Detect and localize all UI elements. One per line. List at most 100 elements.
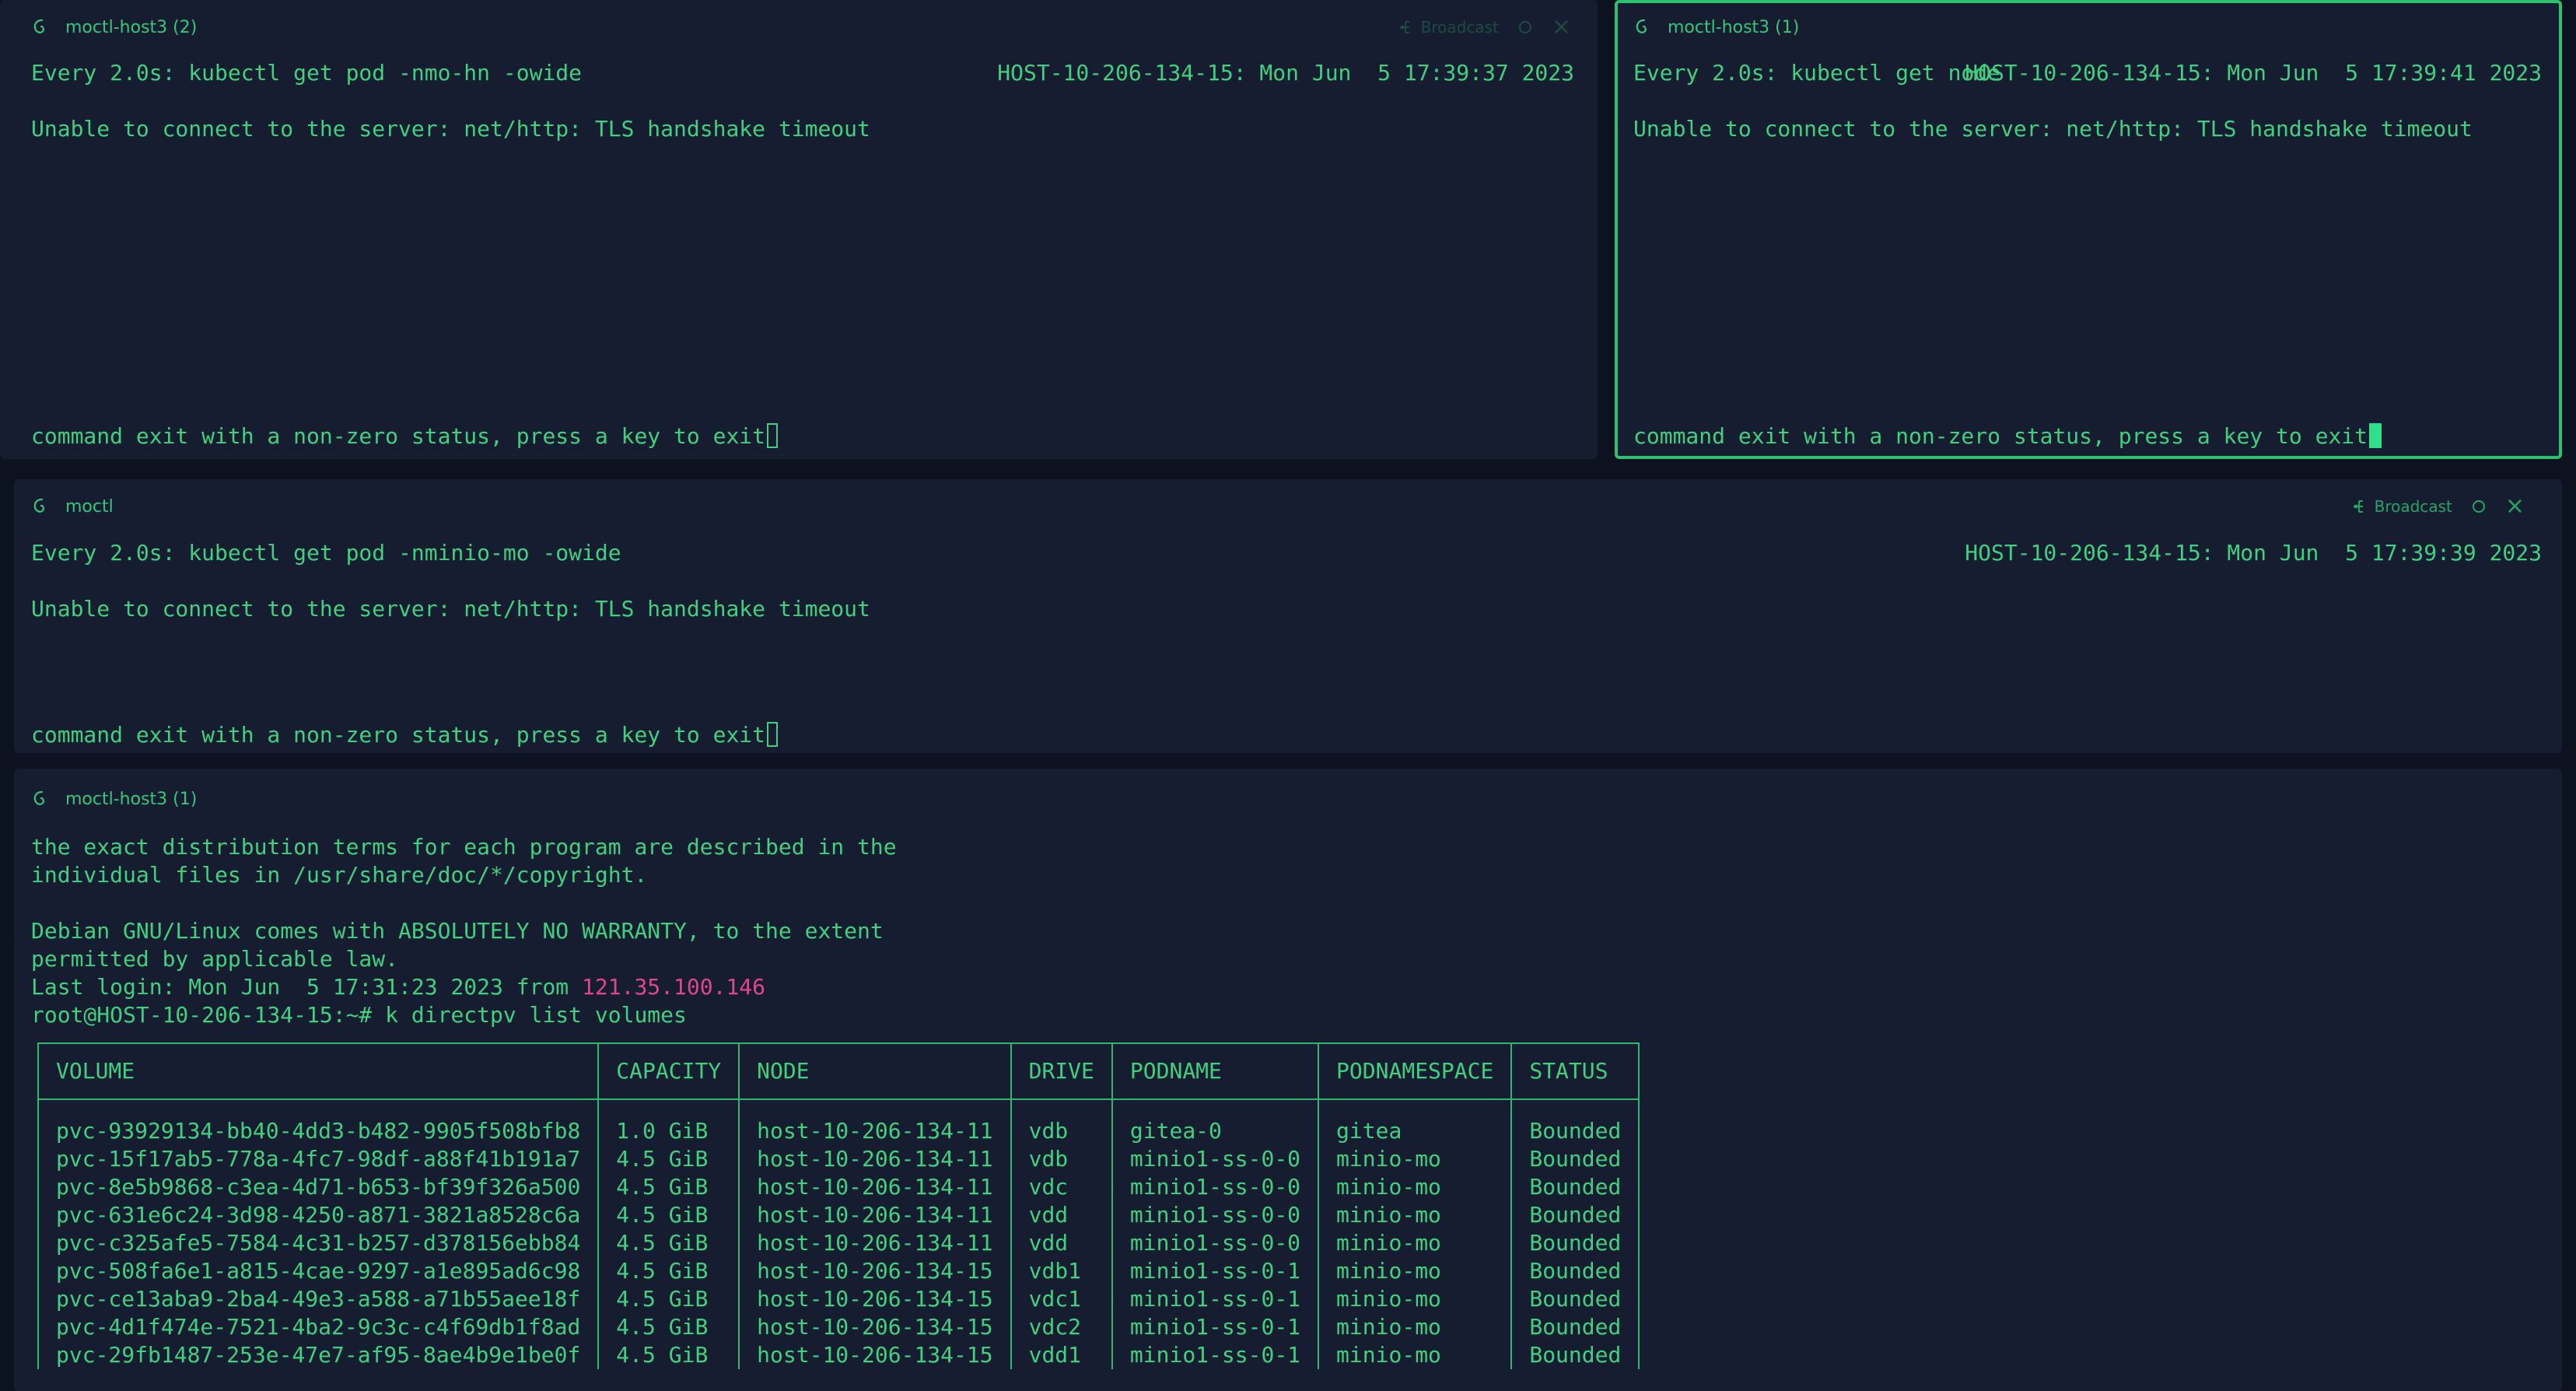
terminal-pane-middle[interactable]: moctl Broadcast × Every 2.0s: kubectl ge… [14,479,2562,753]
exit-message-line: command exit with a non-zero status, pre… [1633,423,2382,450]
motd-line: Debian GNU/Linux comes with ABSOLUTELY N… [31,918,884,944]
pane-title: moctl-host3 (2) [65,17,198,37]
table-row: pvc-15f17ab5-778a-4fc7-98df-a88f41b191a7… [37,1145,1640,1173]
cursor [2369,423,2382,448]
table-cell: vdc [1010,1173,1113,1201]
table-cell: 4.5 GiB [597,1257,740,1285]
table-cell: minio1-ss-0-1 [1111,1341,1320,1369]
host-timestamp: HOST-10-206-134-15: Mon Jun 5 17:39:37 2… [997,60,1574,86]
pane-header: moctl [31,496,114,517]
table-row: pvc-c325afe5-7584-4c31-b257-d378156ebb84… [37,1229,1640,1257]
table-cell: host-10-206-134-15 [738,1313,1012,1341]
broadcast-label: Broadcast [1420,18,1499,37]
table-cell: 4.5 GiB [597,1313,740,1341]
table-cell: vdc1 [1010,1285,1113,1313]
table-cell: minio-mo [1318,1201,1513,1229]
last-login-text: Last login: Mon Jun 5 17:31:23 2023 from [31,974,583,1000]
host-timestamp: HOST-10-206-134-15: Mon Jun 5 17:39:39 2… [1965,540,2542,566]
table-cell: Bounded [1510,1341,1640,1369]
terminal-pane-top-left[interactable]: moctl-host3 (2) Broadcast × Every 2.0s: … [0,0,1598,459]
table-cell: Bounded [1510,1313,1640,1341]
host-timestamp: HOST-10-206-134-15: Mon Jun 5 17:39:41 2… [1965,60,2542,86]
table-cell: 4.5 GiB [597,1229,740,1257]
column-header: PODNAMESPACE [1318,1042,1513,1100]
pane-actions: Broadcast × [1399,16,1571,39]
table-cell: 4.5 GiB [597,1145,740,1173]
table-cell: vdd [1010,1229,1113,1257]
broadcast-button[interactable]: Broadcast [2353,497,2452,516]
terminal-pane-top-right[interactable]: moctl-host3 (1) Every 2.0s: kubectl get … [1615,0,2562,459]
broadcast-icon [1399,21,1409,33]
table-header-row: VOLUME CAPACITY NODE DRIVE PODNAME PODNA… [37,1042,1640,1100]
column-header: PODNAME [1111,1042,1320,1100]
table-cell: vdd [1010,1201,1113,1229]
table-cell: minio1-ss-0-0 [1111,1201,1320,1229]
debian-swirl-icon [33,498,44,513]
table-cell: 4.5 GiB [597,1285,740,1313]
column-header: VOLUME [37,1042,600,1100]
pane-header: moctl-host3 (1) [1633,17,1799,37]
pane-header: moctl-host3 (2) [31,17,197,37]
table-body: pvc-93929134-bb40-4dd3-b482-9905f508bfb8… [37,1099,1640,1369]
debian-swirl-icon [33,19,44,33]
exit-message: command exit with a non-zero status, pre… [1633,423,2368,449]
table-row: pvc-8e5b9868-c3ea-4d71-b653-bf39f326a500… [37,1173,1640,1201]
table-cell: minio-mo [1318,1341,1513,1369]
table-cell: Bounded [1510,1201,1640,1229]
table-row: pvc-508fa6e1-a815-4cae-9297-a1e895ad6c98… [37,1257,1640,1285]
table-cell: pvc-ce13aba9-2ba4-49e3-a588-a71b55aee18f [37,1285,600,1313]
table-row: pvc-4d1f474e-7521-4ba2-9c3c-c4f69db1f8ad… [37,1313,1640,1341]
pane-header: moctl-host3 (1) [31,789,197,809]
close-icon[interactable]: × [2505,495,2525,518]
table-cell: pvc-c325afe5-7584-4c31-b257-d378156ebb84 [37,1229,600,1257]
pane-title: moctl-host3 (1) [1668,17,1800,37]
table-cell: minio-mo [1318,1173,1513,1201]
pane-actions: Broadcast × [2353,495,2525,518]
settings-icon[interactable] [1518,21,1531,33]
cursor [767,722,779,747]
table-row: pvc-93929134-bb40-4dd3-b482-9905f508bfb8… [37,1099,1640,1145]
table-cell: vdb1 [1010,1257,1113,1285]
table-cell: pvc-93929134-bb40-4dd3-b482-9905f508bfb8 [37,1099,600,1145]
table-cell: minio1-ss-0-0 [1111,1173,1320,1201]
table-cell: host-10-206-134-15 [738,1257,1012,1285]
column-header: DRIVE [1010,1042,1113,1100]
watch-command: Every 2.0s: kubectl get pod -nminio-mo -… [31,540,621,566]
table-cell: host-10-206-134-15 [738,1285,1012,1313]
table-cell: Bounded [1510,1173,1640,1201]
table-cell: pvc-8e5b9868-c3ea-4d71-b653-bf39f326a500 [37,1173,600,1201]
table-cell: pvc-15f17ab5-778a-4fc7-98df-a88f41b191a7 [37,1145,600,1173]
table-cell: host-10-206-134-11 [738,1229,1012,1257]
table-row: pvc-631e6c24-3d98-4250-a871-3821a8528c6a… [37,1201,1640,1229]
exit-message-line: command exit with a non-zero status, pre… [31,722,779,748]
broadcast-button[interactable]: Broadcast [1399,18,1499,37]
table-cell: vdb [1010,1099,1113,1145]
last-login-line: Last login: Mon Jun 5 17:31:23 2023 from… [31,974,765,1000]
table-cell: Bounded [1510,1257,1640,1285]
shell-prompt: root@HOST-10-206-134-15:~# k directpv li… [31,1002,687,1028]
table-cell: vdb [1010,1145,1113,1173]
table-cell: minio-mo [1318,1313,1513,1341]
column-header: STATUS [1510,1042,1640,1100]
motd-line: the exact distribution terms for each pr… [31,834,897,860]
table-cell: host-10-206-134-11 [738,1099,1012,1145]
exit-message-line: command exit with a non-zero status, pre… [31,423,779,450]
table-cell: pvc-631e6c24-3d98-4250-a871-3821a8528c6a [37,1201,600,1229]
table-cell: host-10-206-134-11 [738,1145,1012,1173]
table-cell: host-10-206-134-11 [738,1201,1012,1229]
close-icon[interactable]: × [1552,16,1571,39]
table-cell: gitea-0 [1111,1099,1320,1145]
error-message: Unable to connect to the server: net/htt… [31,116,870,142]
table-cell: minio1-ss-0-1 [1111,1285,1320,1313]
table-cell: minio-mo [1318,1285,1513,1313]
table-cell: 4.5 GiB [597,1341,740,1369]
table-cell: pvc-508fa6e1-a815-4cae-9297-a1e895ad6c98 [37,1257,600,1285]
table-row: pvc-ce13aba9-2ba4-49e3-a588-a71b55aee18f… [37,1285,1640,1313]
table-cell: pvc-29fb1487-253e-47e7-af95-8ae4b9e1be0f [37,1341,600,1369]
table-row: pvc-29fb1487-253e-47e7-af95-8ae4b9e1be0f… [37,1341,1640,1369]
exit-message: command exit with a non-zero status, pre… [31,722,766,748]
exit-message: command exit with a non-zero status, pre… [31,423,766,449]
settings-icon[interactable] [2472,500,2485,513]
table-cell: 4.5 GiB [597,1201,740,1229]
motd-line: individual files in /usr/share/doc/*/cop… [31,862,648,888]
